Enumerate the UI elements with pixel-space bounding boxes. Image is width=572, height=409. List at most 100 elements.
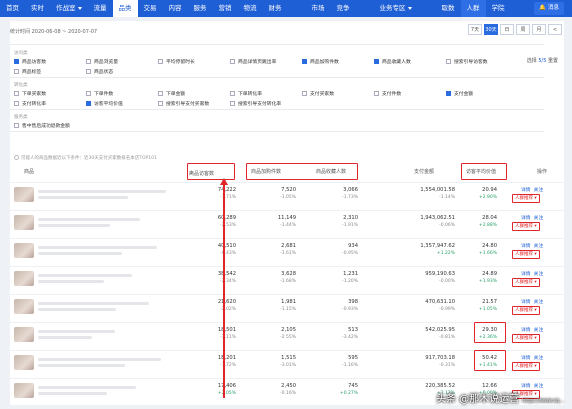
- detail-link[interactable]: 详情: [521, 384, 531, 389]
- follow-link[interactable]: 关注: [534, 328, 544, 333]
- range-button-1[interactable]: 30天: [484, 24, 498, 35]
- follow-link[interactable]: 关注: [534, 300, 544, 305]
- nav-item-15[interactable]: 人群: [460, 0, 486, 17]
- metric-checkbox[interactable]: 支付金额: [446, 90, 518, 97]
- checkbox-empty-icon[interactable]: [230, 101, 235, 106]
- metric-checkbox[interactable]: 支付买家数: [302, 90, 374, 97]
- metric-checkbox[interactable]: 搜索引导访客数: [446, 58, 518, 65]
- product-thumbnail[interactable]: [14, 215, 34, 230]
- metric-checkbox[interactable]: 搜索引导支付转化率: [230, 100, 302, 107]
- metric-checkbox[interactable]: 商品详情页跳出率: [230, 58, 302, 65]
- col-pay[interactable]: 支付金额: [414, 168, 434, 175]
- metric-checkbox[interactable]: 商品加购件数: [302, 58, 374, 65]
- range-button-5[interactable]: <: [548, 24, 562, 35]
- checkbox-empty-icon[interactable]: [230, 91, 235, 96]
- checkbox-empty-icon[interactable]: [86, 69, 91, 74]
- checkbox-checked-icon[interactable]: [14, 59, 19, 64]
- metric-checkbox[interactable]: 下单转化率: [230, 90, 302, 97]
- checkbox-empty-icon[interactable]: [86, 91, 91, 96]
- nav-item-3[interactable]: 流量: [88, 0, 113, 17]
- detail-link[interactable]: 详情: [521, 188, 531, 193]
- metric-checkbox[interactable]: 售中售后成功退款金额: [14, 122, 86, 129]
- detail-link[interactable]: 详情: [521, 300, 531, 305]
- metric-checkbox[interactable]: 搜索引导支付买家数: [158, 100, 230, 107]
- nav-item-8[interactable]: 营销: [213, 0, 238, 17]
- reset-link[interactable]: 重置: [546, 58, 558, 64]
- checkbox-checked-icon[interactable]: [302, 59, 307, 64]
- nav-item-14[interactable]: 取数: [436, 0, 461, 17]
- checkbox-empty-icon[interactable]: [14, 101, 19, 106]
- checkbox-checked-icon[interactable]: [86, 101, 91, 106]
- product-thumbnail[interactable]: [14, 187, 34, 202]
- range-button-2[interactable]: 日: [500, 24, 514, 35]
- nav-item-7[interactable]: 服务: [188, 0, 213, 17]
- crowd-recommend-button[interactable]: 人群推荐 ▾: [512, 278, 540, 287]
- checkbox-empty-icon[interactable]: [158, 91, 163, 96]
- nav-item-2[interactable]: 作战室: [50, 0, 88, 17]
- crowd-recommend-button[interactable]: 人群推荐 ▾: [512, 194, 540, 203]
- crowd-recommend-button[interactable]: 人群推荐 ▾: [512, 306, 540, 315]
- crowd-recommend-button[interactable]: 人群推荐 ▾: [512, 334, 540, 343]
- message-button[interactable]: 🔔 消息: [534, 2, 564, 15]
- nav-item-9[interactable]: 物流: [238, 0, 263, 17]
- crowd-recommend-button[interactable]: 人群推荐 ▾: [512, 250, 540, 259]
- checkbox-empty-icon[interactable]: [446, 59, 451, 64]
- nav-item-1[interactable]: 实时: [25, 0, 50, 17]
- checkbox-empty-icon[interactable]: [230, 59, 235, 64]
- metric-checkbox[interactable]: 商品状态: [86, 68, 158, 75]
- checkbox-empty-icon[interactable]: [158, 101, 163, 106]
- checkbox-empty-icon[interactable]: [374, 91, 379, 96]
- nav-item-12[interactable]: 竞争: [331, 0, 356, 17]
- nav-item-0[interactable]: 首页: [0, 0, 25, 17]
- checkbox-empty-icon[interactable]: [14, 91, 19, 96]
- checkbox-checked-icon[interactable]: [446, 91, 451, 96]
- checkbox-empty-icon[interactable]: [158, 59, 163, 64]
- nav-item-6[interactable]: 内容: [163, 0, 188, 17]
- detail-link[interactable]: 详情: [521, 216, 531, 221]
- nav-item-5[interactable]: 交易: [138, 0, 163, 17]
- product-thumbnail[interactable]: [14, 327, 34, 342]
- product-thumbnail[interactable]: [14, 383, 34, 398]
- metric-checkbox[interactable]: 支付转化率: [14, 100, 86, 107]
- nav-item-13[interactable]: 业务专区: [374, 0, 418, 17]
- range-button-4[interactable]: 月: [532, 24, 546, 35]
- crowd-recommend-button[interactable]: 人群推荐 ▾: [512, 222, 540, 231]
- detail-link[interactable]: 详情: [521, 356, 531, 361]
- detail-link[interactable]: 详情: [521, 328, 531, 333]
- range-button-3[interactable]: 周: [516, 24, 530, 35]
- metric-checkbox[interactable]: 商品收藏人数: [374, 58, 446, 65]
- follow-link[interactable]: 关注: [534, 356, 544, 361]
- range-button-0[interactable]: 7天: [468, 24, 482, 35]
- checkbox-checked-icon[interactable]: [374, 59, 379, 64]
- nav-item-16[interactable]: 学院: [486, 0, 511, 17]
- nav-item-10[interactable]: 财务: [263, 0, 288, 17]
- follow-link[interactable]: 关注: [534, 188, 544, 193]
- metric-checkbox[interactable]: 下单金额: [158, 90, 230, 97]
- metric-checkbox[interactable]: 商品浏览量: [86, 58, 158, 65]
- metric-checkbox[interactable]: 平均停留时长: [158, 58, 230, 65]
- metric-checkbox[interactable]: 商品标签: [14, 68, 86, 75]
- metric-checkbox[interactable]: 商品访客数: [14, 58, 86, 65]
- detail-link[interactable]: 详情: [521, 244, 531, 249]
- product-thumbnail[interactable]: [14, 243, 34, 258]
- nav-item-11[interactable]: 市场: [306, 0, 331, 17]
- radio-icon[interactable]: [14, 155, 19, 160]
- checkbox-empty-icon[interactable]: [14, 123, 19, 128]
- checkbox-empty-icon[interactable]: [14, 69, 19, 74]
- product-thumbnail[interactable]: [14, 271, 34, 286]
- follow-link[interactable]: 关注: [534, 384, 544, 389]
- metric-checkbox[interactable]: 访客平均价值: [86, 100, 158, 107]
- product-thumbnail[interactable]: [14, 355, 34, 370]
- metric-checkbox[interactable]: 下单买家数: [14, 90, 86, 97]
- metric-checkbox[interactable]: 下单件数: [86, 90, 158, 97]
- checkbox-empty-icon[interactable]: [86, 59, 91, 64]
- follow-link[interactable]: 关注: [534, 244, 544, 249]
- detail-link[interactable]: 详情: [521, 272, 531, 277]
- product-thumbnail[interactable]: [14, 299, 34, 314]
- follow-link[interactable]: 关注: [534, 272, 544, 277]
- checkbox-empty-icon[interactable]: [302, 91, 307, 96]
- nav-item-4[interactable]: 品类: [112, 0, 138, 17]
- follow-link[interactable]: 关注: [534, 216, 544, 221]
- crowd-recommend-button[interactable]: 人群推荐 ▾: [512, 362, 540, 371]
- metric-checkbox[interactable]: 支付件数: [374, 90, 446, 97]
